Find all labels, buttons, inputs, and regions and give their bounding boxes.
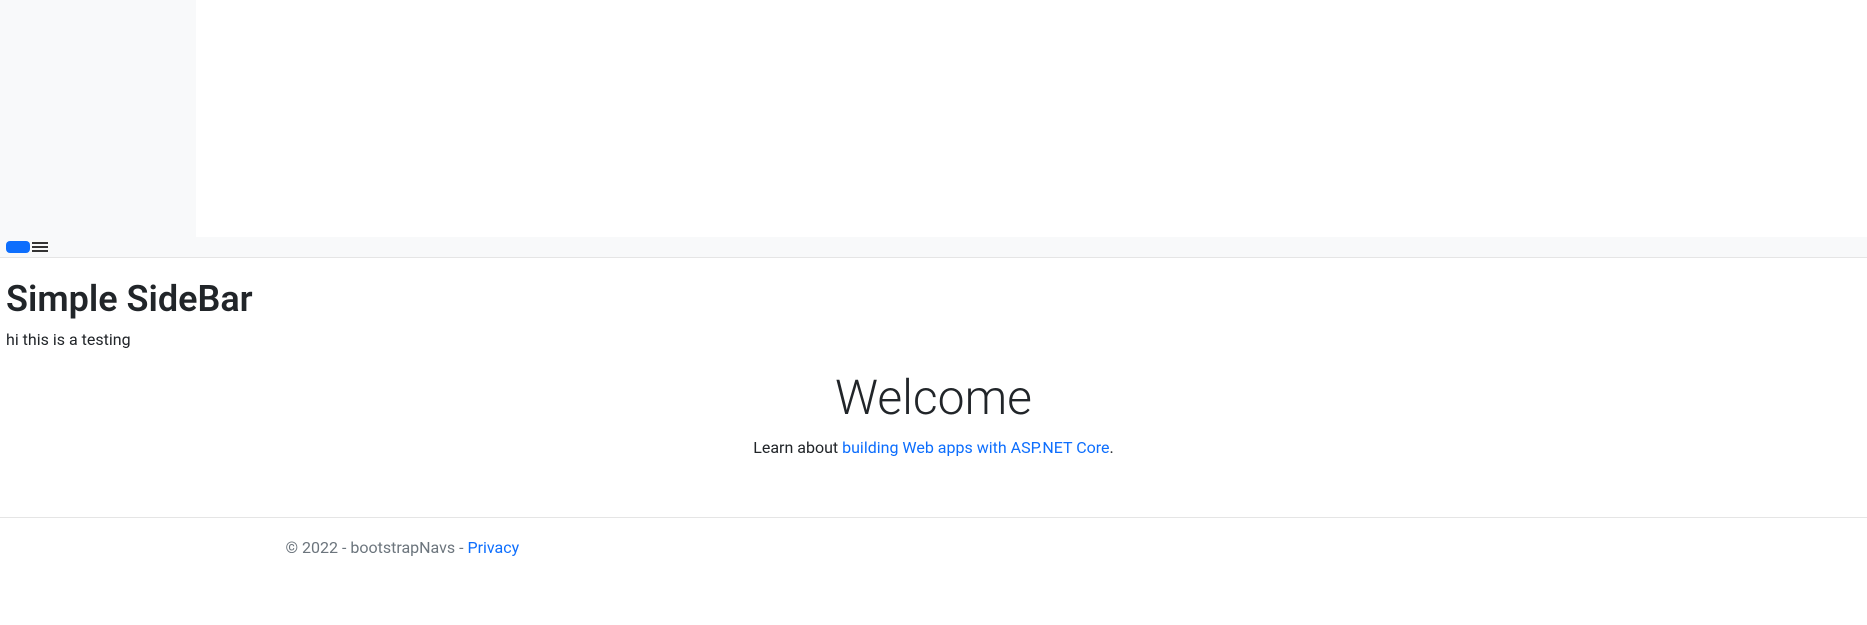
page-title: Simple SideBar bbox=[6, 278, 1861, 320]
welcome-heading: Welcome bbox=[6, 369, 1861, 426]
main-content: Simple SideBar hi this is a testing Welc… bbox=[0, 258, 1867, 497]
sidebar-area bbox=[0, 0, 196, 237]
copyright-text: © 2022 - bootstrapNavs bbox=[286, 538, 460, 557]
welcome-text-prefix: Learn about bbox=[753, 438, 842, 457]
privacy-link[interactable]: Privacy bbox=[468, 538, 520, 557]
aspnet-core-link[interactable]: building Web apps with ASP.NET Core bbox=[842, 438, 1109, 457]
welcome-section: Welcome Learn about building Web apps wi… bbox=[6, 369, 1861, 487]
welcome-text-suffix: . bbox=[1110, 438, 1114, 457]
footer: © 2022 - bootstrapNavs - Privacy bbox=[0, 517, 1867, 577]
welcome-text: Learn about building Web apps with ASP.N… bbox=[6, 438, 1861, 457]
footer-dash: - bbox=[459, 538, 467, 557]
toolbar bbox=[0, 237, 1867, 258]
hamburger-icon[interactable] bbox=[32, 242, 48, 252]
footer-content: © 2022 - bootstrapNavs - Privacy bbox=[274, 538, 1594, 557]
sidebar-toggle-button[interactable] bbox=[6, 241, 30, 253]
page-subtitle: hi this is a testing bbox=[6, 330, 1861, 349]
